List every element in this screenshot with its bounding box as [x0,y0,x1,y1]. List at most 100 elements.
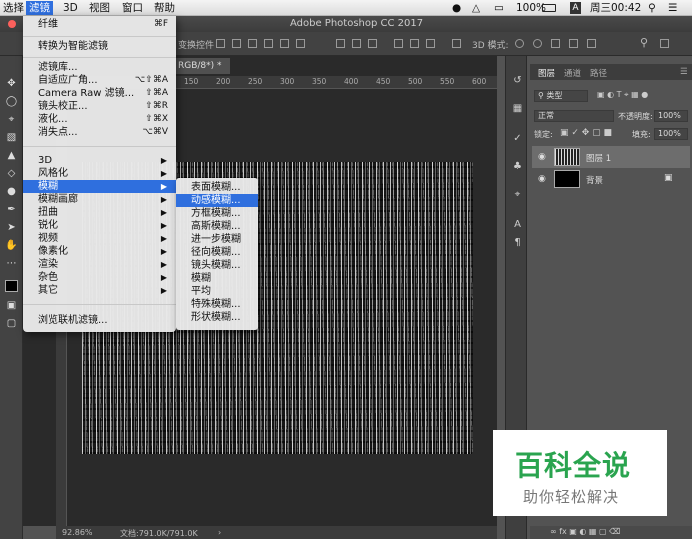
paragraph-icon[interactable]: ¶ [511,236,524,249]
eraser-tool-icon[interactable]: ◇ [5,168,18,180]
menu-item-pixelate[interactable]: 像素化 ▶ [23,245,176,258]
layer-row-background[interactable]: ◉ 背景 ▣ [532,168,690,190]
path-select-icon[interactable]: ➤ [5,222,18,234]
submenu-item-average[interactable]: 平均 [176,285,258,298]
pen-tool-icon[interactable]: ✒ [5,204,18,216]
lock-icons[interactable]: ▣ ✓ ✥ ▢ ■ [560,128,612,138]
wifi-icon[interactable]: △ [472,1,480,15]
stamp-tool-icon[interactable]: ▲ [5,150,18,162]
menu-item-blur[interactable]: 模糊 ▶ [23,180,176,193]
menu-item-stylize[interactable]: 风格化 ▶ [23,167,176,180]
document-size[interactable]: 文档:791.0K/791.0K [120,528,198,539]
layer-footer-icons[interactable]: ∞ fx ▣ ◐ ▦ ▢ ⌫ [550,527,620,536]
distribute-top-icon[interactable] [336,39,345,48]
opacity-field[interactable]: 100% [654,110,688,122]
tab-layers[interactable]: 图层 [538,67,555,79]
visibility-eye-icon[interactable]: ◉ [538,174,546,184]
3d-slide-icon[interactable] [569,39,578,48]
submenu-item-gaussian-blur[interactable]: 高斯模糊... [176,220,258,233]
distribute-vcenter-icon[interactable] [352,39,361,48]
menu-item-fibers[interactable]: 纤维 ⌘F [23,18,176,31]
submenu-item-blur-more[interactable]: 进一步模糊 [176,233,258,246]
tab-channels[interactable]: 通道 [564,67,581,79]
align-hcenter-icon[interactable] [280,39,289,48]
panel-menu-icon[interactable]: ☰ [680,67,688,77]
menu-item-vanishing-point[interactable]: 消失点... ⌥⌘V [23,126,176,139]
distribute-right-icon[interactable] [426,39,435,48]
3d-roll-icon[interactable] [533,39,542,48]
3d-drag-icon[interactable] [551,39,560,48]
align-right-icon[interactable] [296,39,305,48]
menu-3d[interactable]: 3D [60,1,81,15]
submenu-item-box-blur[interactable]: 方框模糊... [176,207,258,220]
menu-item-liquify[interactable]: 液化... ⇧⌘X [23,113,176,126]
menu-item-render[interactable]: 渲染 ▶ [23,258,176,271]
crop-icon[interactable]: ⌖ [511,188,524,201]
layer-row-layer1[interactable]: ◉ 图层 1 [532,146,690,168]
workspace-icon[interactable] [660,39,669,48]
search-icon[interactable]: ⚲ [648,1,656,15]
brush-icon[interactable]: ✓ [511,132,524,145]
submenu-item-radial-blur[interactable]: 径向模糊... [176,246,258,259]
healing-brush-icon[interactable]: ▧ [5,132,18,144]
menu-item-other[interactable]: 其它 ▶ [23,284,176,297]
layer-kind-select[interactable]: ⚲ 类型 [534,90,588,102]
foreground-color-swatch[interactable] [5,280,18,292]
lasso-tool-icon[interactable]: ◯ [5,96,18,108]
status-arrow-icon[interactable]: › [218,528,221,537]
close-window-button[interactable] [8,20,16,28]
clock[interactable]: 周三00:42 [590,1,641,15]
menu-item-convert-smart[interactable]: 转换为智能滤镜 [23,40,176,53]
menu-item-filter-gallery[interactable]: 滤镜库... [23,61,176,74]
submenu-item-blur[interactable]: 模糊 [176,272,258,285]
app-badge-icon[interactable]: A [570,2,581,14]
distribute-hcenter-icon[interactable] [410,39,419,48]
distribute-left-icon[interactable] [394,39,403,48]
qq-icon[interactable]: ● [452,1,461,15]
submenu-item-smart-blur[interactable]: 特殊模糊... [176,298,258,311]
menu-item-3d[interactable]: 3D ▶ [23,154,176,167]
menu-help[interactable]: 帮助 [151,1,178,15]
blend-mode-select[interactable]: 正常 [534,110,614,122]
menu-item-lens-correction[interactable]: 镜头校正... ⇧⌘R [23,100,176,113]
align-bottom-icon[interactable] [248,39,257,48]
menu-item-browse-online[interactable]: 浏览联机滤镜... [23,314,176,327]
clone-source-icon[interactable]: ♣ [511,160,524,173]
align-vcenter-icon[interactable] [232,39,241,48]
menu-item-blur-gallery[interactable]: 模糊画廊 ▶ [23,193,176,206]
submenu-item-shape-blur[interactable]: 形状模糊... [176,311,258,324]
menu-item-adaptive-wide[interactable]: 自适应广角... ⌥⇧⌘A [23,74,176,87]
3d-scale-icon[interactable] [587,39,596,48]
menu-item-noise[interactable]: 杂色 ▶ [23,271,176,284]
visibility-eye-icon[interactable]: ◉ [538,152,546,162]
distribute-bottom-icon[interactable] [368,39,377,48]
auto-align-icon[interactable] [452,39,461,48]
character-icon[interactable]: A [511,218,524,231]
crop-tool-icon[interactable]: ⌖ [5,114,18,126]
submenu-item-motion-blur[interactable]: 动感模糊... [176,194,258,207]
properties-icon[interactable]: ▦ [511,102,524,115]
menu-filter[interactable]: 滤镜 [26,1,53,15]
submenu-item-surface-blur[interactable]: 表面模糊... [176,181,258,194]
fill-field[interactable]: 100% [654,128,688,140]
tab-paths[interactable]: 路径 [590,67,607,79]
menu-item-video[interactable]: 视频 ▶ [23,232,176,245]
hand-tool-icon[interactable]: ✋ [5,240,18,252]
3d-rotate-icon[interactable] [515,39,524,48]
align-left-icon[interactable] [264,39,273,48]
submenu-item-lens-blur[interactable]: 镜头模糊... [176,259,258,272]
menu-item-sharpen[interactable]: 锐化 ▶ [23,219,176,232]
notification-icon[interactable]: ☰ [668,1,677,15]
menu-view[interactable]: 视图 [86,1,113,15]
airplay-icon[interactable]: ▭ [494,1,504,15]
document-tab[interactable]: RGB/8*) * [170,58,230,74]
transform-controls-label[interactable]: 变换控件 [178,38,214,51]
quick-mask-icon[interactable]: ▣ [5,300,18,312]
menu-item-distort[interactable]: 扭曲 ▶ [23,206,176,219]
battery-icon[interactable] [542,1,556,15]
move-tool-icon[interactable]: ✥ [5,78,18,90]
layer-filter-icons[interactable]: ▣ ◐ T ⌖ ▦ ● [594,90,686,102]
zoom-level[interactable]: 92.86% [62,528,93,537]
screen-mode-icon[interactable]: ▢ [5,318,18,330]
menu-item-camera-raw[interactable]: Camera Raw 滤镜... ⇧⌘A [23,87,176,100]
